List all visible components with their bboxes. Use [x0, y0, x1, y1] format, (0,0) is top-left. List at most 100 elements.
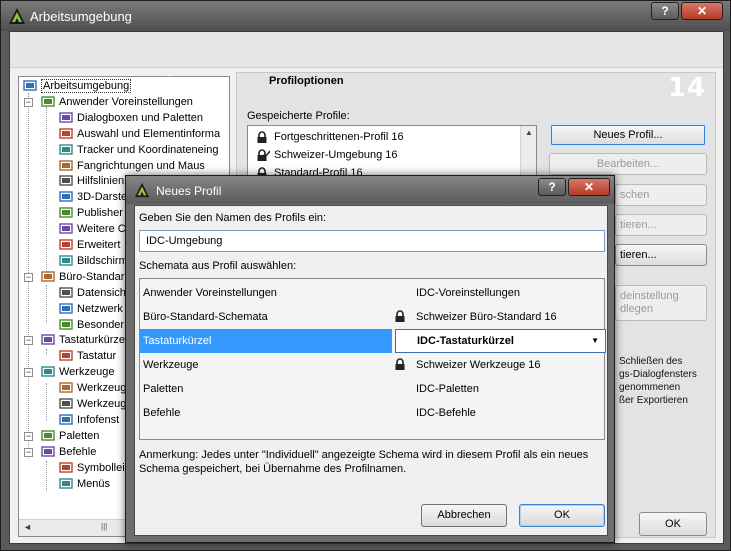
apply-profile-button[interactable]: deinstellung dlegen — [615, 285, 707, 321]
main-ok-button[interactable]: OK — [639, 512, 707, 536]
tree-item-label: Tracker und Koordinateneing — [77, 143, 219, 156]
menu-icon — [59, 477, 74, 491]
export-profile-button[interactable]: tieren... — [615, 244, 707, 266]
schema-name: Büro-Standard-Schemata — [143, 311, 268, 323]
guide-lines-icon — [59, 174, 74, 188]
dialog-ok-button[interactable]: OK — [519, 504, 605, 527]
scroll-left-arrow-icon[interactable]: ◄ — [23, 522, 32, 532]
collapse-toggle-icon[interactable]: − — [24, 368, 33, 378]
mouse-icon — [59, 159, 74, 173]
screen-icon — [59, 254, 74, 268]
lock-icon — [394, 358, 407, 372]
lock-icon — [394, 310, 407, 324]
title-bar: Arbeitsumgebung ? ✕ — [1, 1, 730, 31]
dialog-close-button[interactable]: ✕ — [568, 178, 610, 196]
3d-icon — [59, 190, 74, 204]
note-text: Anmerkung: Jedes unter "Individuell" ang… — [139, 449, 589, 475]
publisher-icon — [59, 206, 74, 220]
tree-item-label: Bildschirm — [77, 254, 128, 267]
collapse-toggle-icon[interactable]: − — [24, 272, 33, 282]
tree-item-label: Arbeitsumgebung — [41, 79, 132, 93]
schema-name: Befehle — [143, 407, 181, 419]
tree-item-label: Erweitert — [77, 239, 121, 251]
profile-options-heading: Profiloptionen — [269, 75, 344, 87]
schema-prompt-label: Schemata aus Profil auswählen: — [139, 260, 297, 272]
tree-item-label: Symbolleis — [77, 461, 131, 474]
tree-item-label: Dialogboxen und Paletten — [77, 111, 203, 124]
schema-row[interactable]: Paletten IDC-Paletten — [140, 377, 604, 401]
schema-source-profile[interactable]: IDC-Befehle — [416, 401, 602, 425]
dialog-title-bar: Neues Profil ? ✕ — [126, 176, 614, 204]
schema-row[interactable]: Tastaturkürzel IDC-Tastaturkürzel ▼ — [140, 329, 606, 353]
collapse-toggle-icon[interactable]: − — [24, 336, 33, 346]
tree-item-label: Fangrichtungen und Maus — [77, 159, 205, 172]
delete-profile-button[interactable]: schen — [615, 184, 707, 206]
scroll-up-arrow-icon[interactable]: ▲ — [525, 128, 533, 137]
tree-item-label: 3D-Darste — [77, 191, 128, 204]
tools-icon — [41, 365, 56, 379]
dropdown-arrow-icon[interactable]: ▼ — [591, 330, 599, 352]
schema-name: Paletten — [143, 383, 184, 395]
rename-profile-button[interactable]: tieren... — [615, 214, 707, 236]
saved-profiles-label: Gespeicherte Profile: — [247, 110, 350, 122]
scroll-thumb-grip-icon[interactable]: ||| — [101, 522, 107, 531]
schema-row[interactable]: Anwender Voreinstellungen IDC-Voreinstell… — [140, 281, 604, 305]
schema-source-profile[interactable]: Schweizer Werkzeuge 16 — [416, 353, 602, 377]
collapse-toggle-icon[interactable]: − — [24, 97, 33, 107]
schema-source-profile[interactable]: Schweizer Büro-Standard 16 — [416, 305, 602, 329]
main-window: Arbeitsumgebung ? ✕ ◄ ||| Arbeitsumgebun… — [0, 0, 731, 551]
more-icon — [59, 222, 74, 236]
help-button[interactable]: ? — [651, 2, 679, 20]
profile-name-input[interactable]: IDC-Umgebung — [139, 230, 605, 252]
dialog-help-button[interactable]: ? — [538, 178, 566, 196]
tracker-icon — [59, 143, 74, 157]
close-button[interactable]: ✕ — [681, 2, 723, 20]
advanced-icon — [59, 238, 74, 252]
toolbar-icon — [59, 461, 74, 475]
computer-icon — [23, 79, 38, 93]
schema-name: Werkzeuge — [143, 359, 199, 371]
office-icon — [41, 270, 56, 284]
tree-item-label: Auswahl und Elementinforma — [77, 127, 221, 140]
info-window-icon — [59, 413, 74, 427]
keyboard-icon — [41, 333, 56, 347]
new-profile-button[interactable]: Neues Profil... — [549, 123, 707, 147]
edit-profile-button[interactable]: Bearbeiten... — [549, 153, 707, 175]
tree-item-label: Tastaturkürzel — [59, 334, 128, 347]
tree-item-label: Weitere C — [77, 223, 126, 236]
annotation-14: 14 — [668, 73, 707, 103]
tree-item-label: Werkzeug — [77, 382, 127, 395]
top-strip — [10, 32, 723, 68]
collapse-toggle-icon[interactable]: − — [24, 447, 33, 457]
toolbox2-icon — [59, 397, 74, 411]
name-prompt-label: Geben Sie den Namen des Profils ein: — [139, 212, 327, 224]
dialog-icon — [59, 111, 74, 125]
collapse-toggle-icon[interactable]: − — [24, 431, 33, 441]
dialog-title: Neues Profil — [156, 184, 222, 198]
archicad-logo-icon — [9, 8, 25, 24]
network-icon — [59, 302, 74, 316]
special-icon — [59, 318, 74, 332]
tree-item-label: Netzwerk — [77, 302, 123, 315]
schema-row[interactable]: Werkzeuge Schweizer Werkzeuge 16 — [140, 353, 604, 377]
dialog-client: Geben Sie den Namen des Profils ein: IDC… — [134, 205, 608, 536]
tree-item-label: Hilfslinien — [77, 175, 125, 188]
archicad-logo-icon — [134, 182, 150, 198]
schema-row[interactable]: Befehle IDC-Befehle — [140, 401, 604, 425]
schema-source-profile[interactable]: IDC-Paletten — [416, 377, 602, 401]
toolbox-icon — [59, 381, 74, 395]
profile-select-dropdown[interactable]: IDC-Tastaturkürzel ▼ — [395, 329, 606, 353]
palette-icon — [41, 429, 56, 443]
tree-item-label: Datensich — [77, 286, 126, 299]
tree-item-label: Infofenst — [77, 413, 120, 426]
cancel-button[interactable]: Abbrechen — [421, 504, 507, 527]
data-safety-icon — [59, 286, 74, 300]
schema-source-profile[interactable]: IDC-Voreinstellungen — [416, 281, 602, 305]
schema-name: Anwender Voreinstellungen — [143, 287, 277, 299]
schema-row[interactable]: Büro-Standard-Schemata Schweizer Büro-Sta… — [140, 305, 604, 329]
selection-icon — [59, 127, 74, 141]
user-settings-icon — [41, 95, 56, 109]
tree-item-label: Paletten — [59, 429, 100, 442]
tree-item-label: Besonder — [77, 318, 125, 331]
window-title: Arbeitsumgebung — [30, 9, 132, 24]
